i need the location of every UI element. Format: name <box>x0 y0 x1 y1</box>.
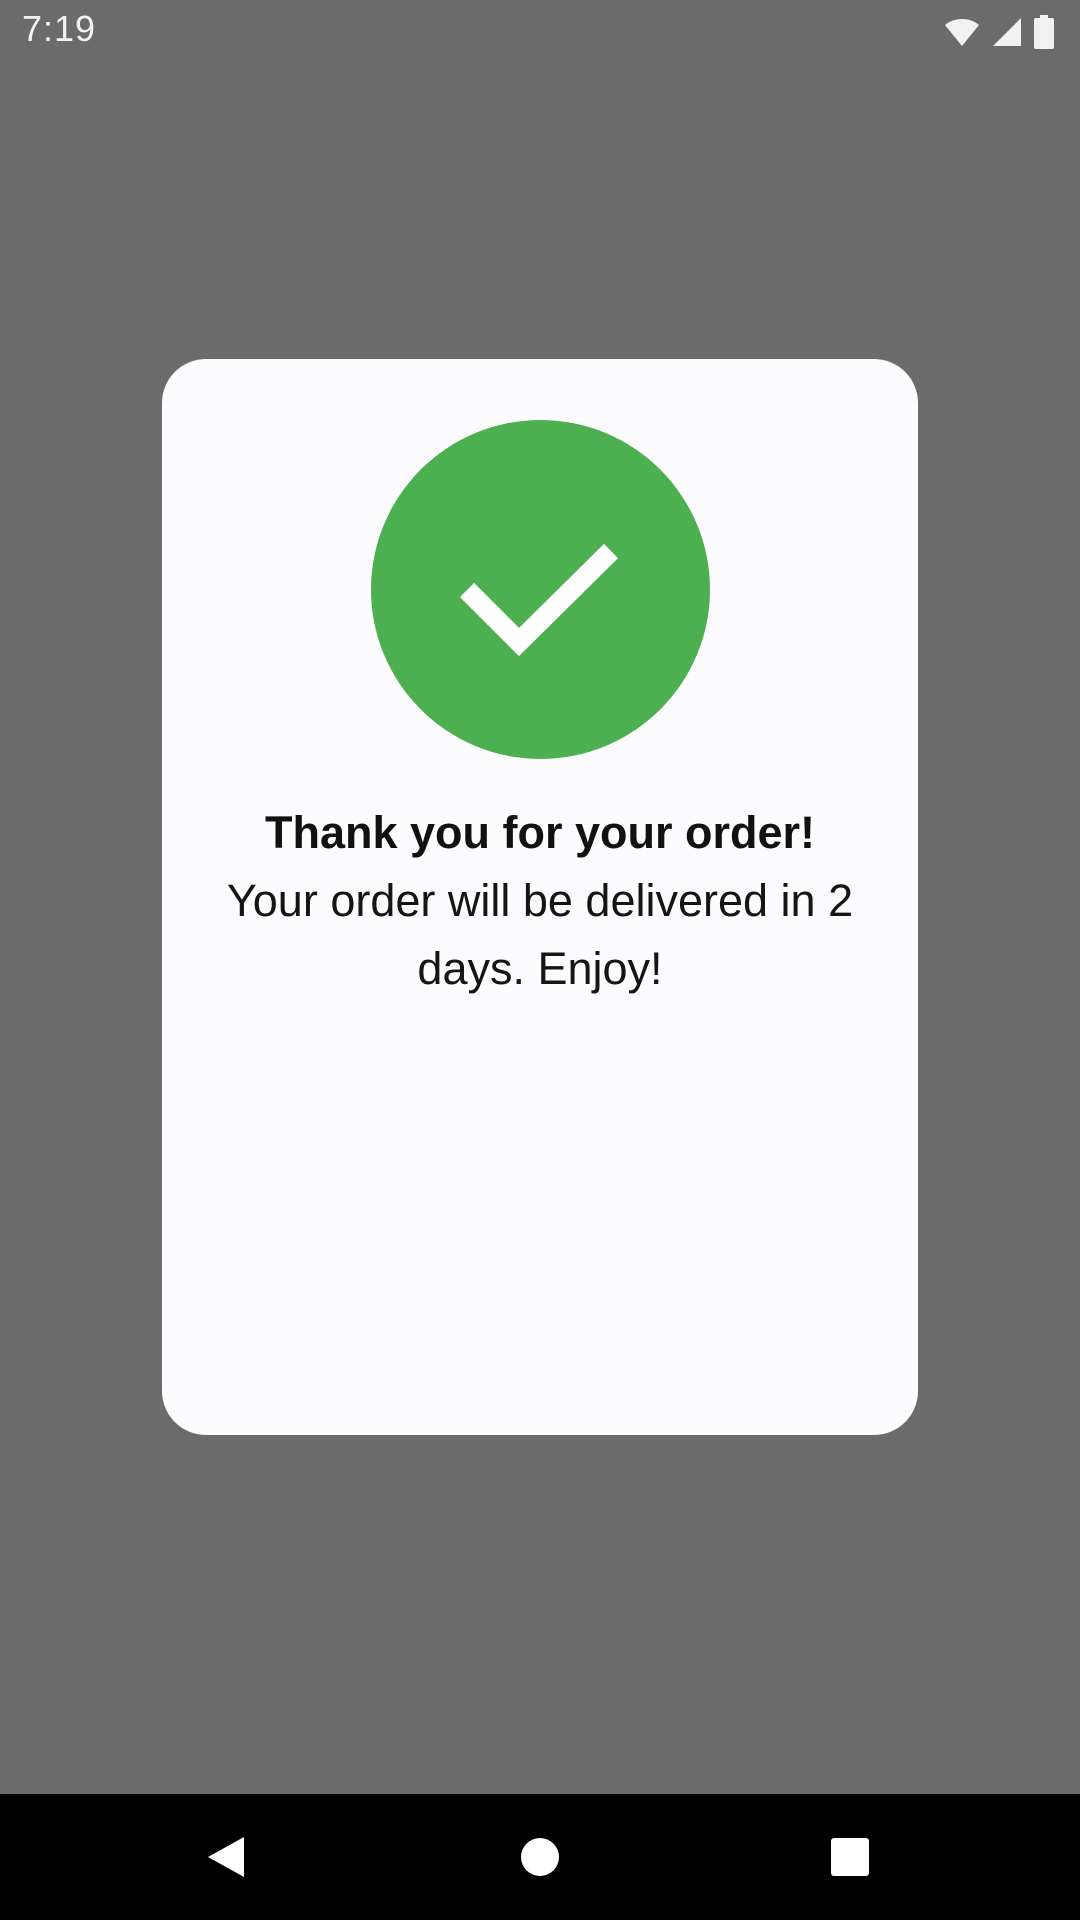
cell-signal-icon <box>992 17 1022 47</box>
recents-button[interactable] <box>790 1794 910 1920</box>
success-badge <box>371 420 710 759</box>
dialog-message: Your order will be delivered in 2 days. … <box>226 875 854 994</box>
status-time: 7:19 <box>22 8 97 49</box>
wifi-icon <box>944 17 980 47</box>
dialog-title: Thank you for your order! <box>264 807 816 858</box>
home-button[interactable] <box>480 1794 600 1920</box>
back-button[interactable] <box>166 1794 286 1920</box>
status-bar: 7:19 <box>0 0 1080 63</box>
navigation-bar <box>0 1794 1080 1920</box>
status-icons <box>944 14 1054 50</box>
home-icon <box>521 1838 559 1876</box>
recents-icon <box>831 1838 869 1876</box>
checkmark-icon <box>459 543 619 657</box>
screen: 7:19 Thank you for your order! Your orde… <box>0 0 1080 1920</box>
back-icon <box>208 1837 244 1877</box>
order-confirmation-dialog: Thank you for your order! Your order wil… <box>162 359 918 1435</box>
battery-icon <box>1034 15 1054 49</box>
